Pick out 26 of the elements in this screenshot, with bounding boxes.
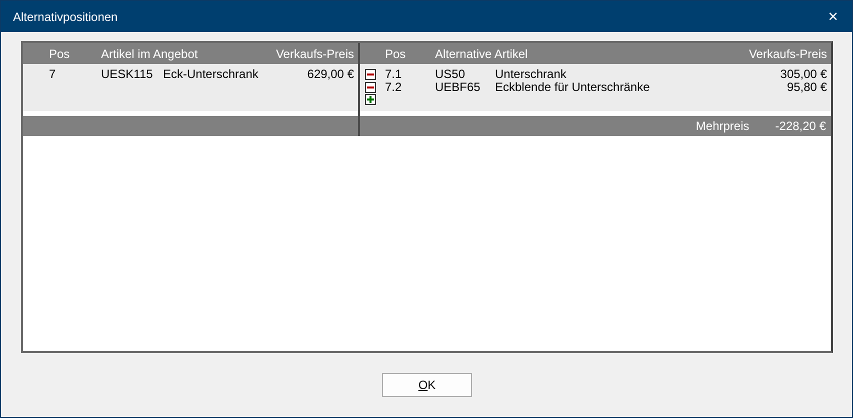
ok-button[interactable]: OK	[382, 373, 472, 397]
table-cell-text: 7	[48, 67, 57, 81]
add-icon[interactable]	[365, 94, 376, 105]
window-title: Alternativpositionen	[13, 10, 118, 24]
remove-icon[interactable]	[365, 68, 376, 80]
table-cell-text: 95,80 €	[786, 80, 828, 94]
column-header: Artikel im Angebot	[101, 46, 199, 60]
table-cell-text: 7.2	[385, 80, 403, 94]
column-header: Verkaufs-Preis	[748, 46, 828, 60]
table-cell-text: 305,00 €	[779, 67, 828, 81]
column-header: Verkaufs-Preis	[274, 46, 355, 60]
table-cell-text: Eck-Unterschrank	[163, 67, 260, 81]
column-header: Pos	[48, 46, 71, 60]
remove-icon[interactable]	[365, 82, 376, 92]
close-button[interactable]: ×	[826, 8, 840, 25]
column-header: Pos	[385, 46, 407, 60]
table-cell-text: 629,00 €	[306, 67, 355, 81]
table-cell-text: Unterschrank	[495, 67, 568, 81]
table-cell-text: Eckblende für Unterschränke	[495, 80, 651, 94]
column-header: Alternative Artikel	[435, 46, 529, 60]
table-cell-text: UESK115	[101, 67, 154, 81]
summary-label: Mehrpreis	[696, 119, 750, 133]
table-cell-text: UEBF65	[435, 80, 482, 94]
summary-value: -228,20 €	[775, 119, 826, 133]
table-cell-text: 7.1	[385, 67, 403, 81]
table-cell-text: US50	[435, 67, 466, 81]
